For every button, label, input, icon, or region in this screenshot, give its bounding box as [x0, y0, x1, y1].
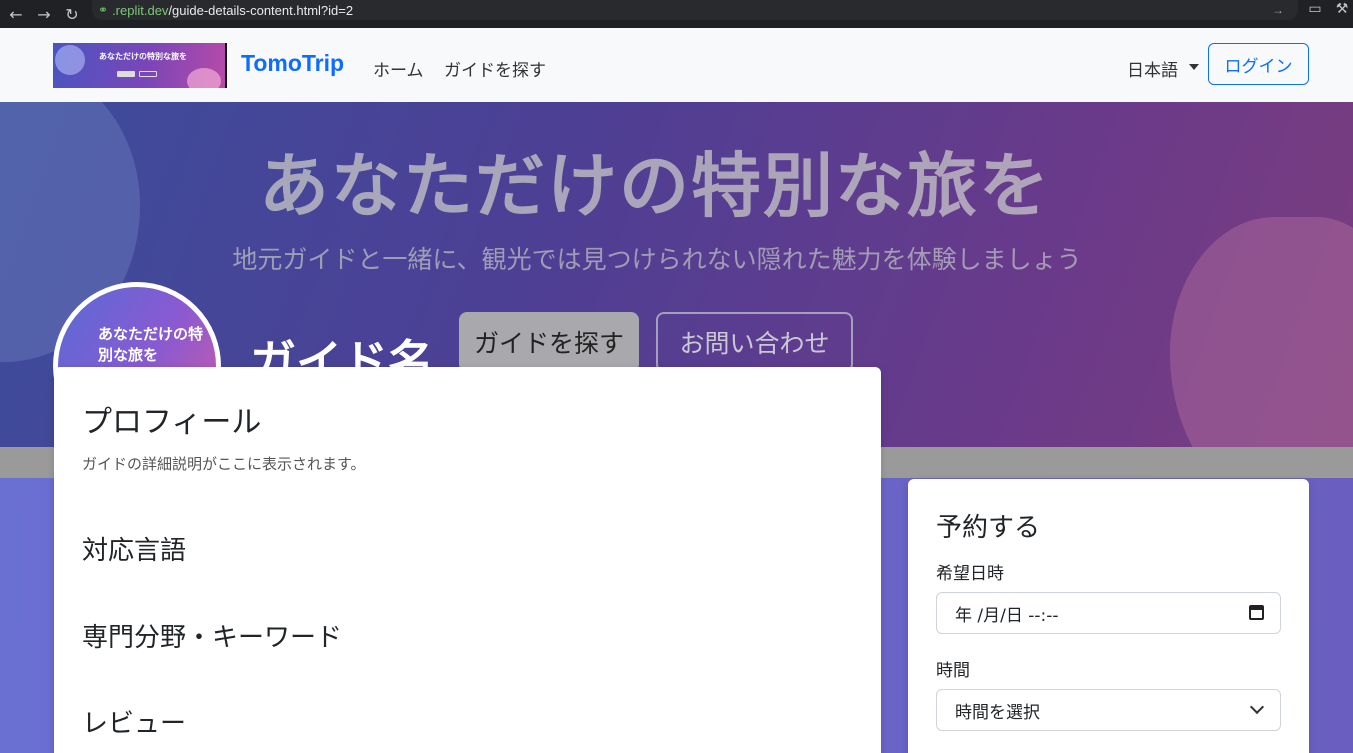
logo-button-shape: [117, 71, 135, 77]
time-label: 時間: [936, 661, 970, 681]
specialty-heading: 専門分野・キーワード: [82, 623, 343, 653]
datetime-value: 年 /月/日 --:--: [955, 605, 1059, 626]
time-select-value: 時間を選択: [955, 702, 1040, 723]
site-logo[interactable]: あなただけの特別な旅を: [53, 43, 227, 88]
language-selector[interactable]: 日本語: [1127, 56, 1178, 81]
back-icon[interactable]: ←: [4, 4, 28, 24]
avatar-text: あなただけの特別な旅を: [98, 325, 204, 364]
reload-icon[interactable]: ↻: [60, 4, 84, 24]
chevron-down-icon: [1249, 699, 1265, 715]
booking-title: 予約する: [936, 513, 1041, 543]
hero-title: あなただけの特別な旅を: [259, 145, 1051, 227]
monitor-icon[interactable]: ▭: [1304, 0, 1326, 18]
browser-toolbar: ← → ↻ ⚭ .replit.dev /guide-details-conte…: [0, 0, 1353, 28]
date-label: 希望日時: [936, 564, 1004, 584]
time-select[interactable]: 時間を選択: [936, 689, 1281, 731]
hero-subtitle: 地元ガイドと一緒に、観光では見つけられない隠れた魅力を体験しましょう: [232, 245, 1082, 274]
url-host: .replit.dev: [112, 2, 169, 18]
contact-button[interactable]: お問い合わせ: [656, 312, 853, 372]
nav-link-home[interactable]: ホーム: [373, 56, 424, 81]
forward-icon[interactable]: →: [32, 4, 56, 24]
languages-heading: 対応言語: [82, 536, 187, 566]
go-icon[interactable]: →: [1272, 3, 1284, 17]
reviews-heading: レビュー: [82, 709, 187, 739]
site-navbar: あなただけの特別な旅を TomoTrip ホーム ガイドを探す 日本語 ログイン: [0, 28, 1353, 102]
login-button[interactable]: ログイン: [1208, 43, 1309, 85]
find-guide-button[interactable]: ガイドを探す: [459, 312, 639, 372]
brand-name[interactable]: TomoTrip: [241, 50, 344, 77]
caret-down-icon[interactable]: [1189, 64, 1199, 70]
link-icon: ⚭: [98, 3, 109, 17]
logo-shape: [55, 45, 85, 75]
booking-card: 予約する 希望日時 年 /月/日 --:-- 時間 時間を選択: [908, 479, 1309, 753]
logo-title: あなただけの特別な旅を: [99, 52, 187, 61]
wrench-icon[interactable]: ⚒: [1331, 0, 1353, 18]
address-bar[interactable]: ⚭ .replit.dev /guide-details-content.htm…: [92, 0, 1298, 20]
nav-link-find-guide[interactable]: ガイドを探す: [444, 56, 546, 81]
profile-heading: プロフィール: [82, 405, 262, 440]
logo-shape: [187, 68, 221, 88]
logo-button-shape: [139, 71, 157, 77]
datetime-input[interactable]: 年 /月/日 --:--: [936, 592, 1281, 634]
profile-card: プロフィール ガイドの詳細説明がここに表示されます。 対応言語 専門分野・キーワ…: [54, 367, 881, 753]
calendar-icon[interactable]: [1249, 605, 1264, 620]
url-path: /guide-details-content.html?id=2: [168, 2, 354, 18]
profile-description: ガイドの詳細説明がここに表示されます。: [82, 455, 366, 473]
